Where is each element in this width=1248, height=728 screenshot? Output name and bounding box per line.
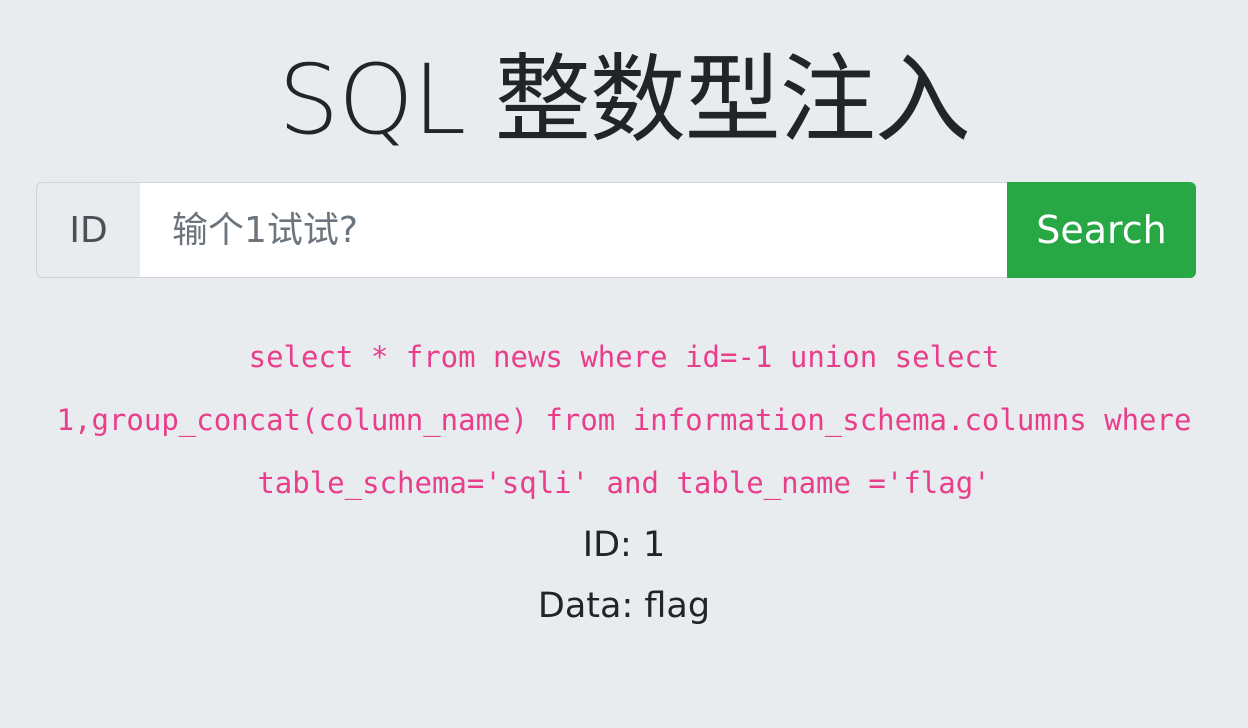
result-id: ID: 1	[582, 525, 666, 565]
result-panel: select * from news where id=-1 union sel…	[0, 326, 1248, 637]
id-prepend-label: ID	[36, 182, 140, 278]
result-data: Data: flag	[537, 586, 711, 626]
search-button[interactable]: Search	[1007, 182, 1196, 278]
page-title: SQL 整数型注入	[278, 44, 971, 156]
id-search-input[interactable]	[140, 182, 1007, 278]
search-form: ID Search	[36, 182, 1196, 278]
sql-query-text: select * from news where id=-1 union sel…	[56, 340, 1192, 500]
